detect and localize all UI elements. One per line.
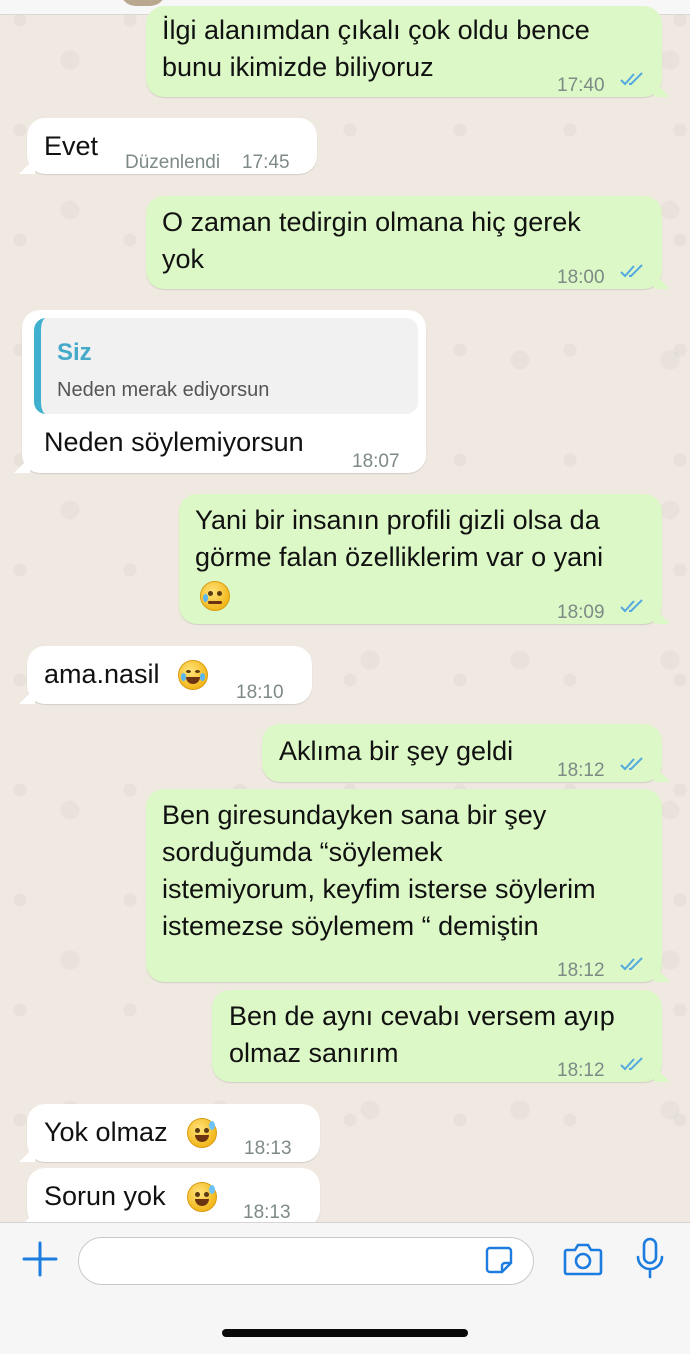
read-receipt-icon (620, 756, 646, 772)
grinning-sweat-face-icon (187, 1116, 217, 1153)
sad-tear-face-icon (200, 579, 230, 616)
message-bubble-outgoing[interactable]: Ben de aynı cevabı versem ayıp olmaz san… (212, 990, 670, 1082)
message-bubble-outgoing[interactable]: Yani bir insanın profili gizli olsa da g… (179, 494, 670, 624)
message-input[interactable] (78, 1237, 534, 1285)
microphone-icon[interactable] (634, 1237, 666, 1279)
sticker-icon[interactable] (484, 1245, 514, 1275)
read-receipt-icon (620, 71, 646, 87)
message-bubble-incoming[interactable]: ama.nasil 18:10 (19, 646, 312, 704)
quoted-message[interactable]: Siz Neden merak ediyorsun (34, 318, 418, 414)
message-time: 17:40 (557, 75, 605, 96)
tears-of-joy-face-icon (178, 658, 208, 695)
message-text: İlgi alanımdan çıkalı çok oldu bence bun… (162, 15, 590, 82)
read-receipt-icon (620, 956, 646, 972)
message-time: 18:13 (244, 1138, 292, 1159)
message-bubble-incoming[interactable]: Yok olmaz 18:13 (19, 1104, 320, 1162)
message-bubble-outgoing[interactable]: Ben giresundayken sana bir şey sorduğumd… (146, 789, 670, 982)
message-text: Yani bir insanın profili gizli olsa da g… (195, 505, 604, 572)
message-bubble-incoming-reply[interactable]: Siz Neden merak ediyorsun Neden söylemiy… (14, 310, 426, 473)
camera-icon[interactable] (563, 1241, 603, 1277)
message-time: 18:00 (557, 267, 605, 288)
message-text: ama.nasil (44, 659, 160, 689)
message-time: 18:12 (557, 960, 605, 981)
message-time: 18:12 (557, 1060, 605, 1081)
message-composer (0, 1222, 690, 1354)
message-text: O zaman tedirgin olmana hiç gerek yok (162, 207, 581, 274)
chat-area[interactable]: İlgi alanımdan çıkalı çok oldu bence bun… (0, 0, 690, 1222)
message-time: 17:45 (242, 152, 290, 173)
message-bubble-outgoing[interactable]: İlgi alanımdan çıkalı çok oldu bence bun… (146, 6, 670, 97)
edited-label: Düzenlendi (125, 152, 221, 173)
home-indicator (222, 1329, 468, 1337)
message-bubble-incoming[interactable]: Sorun yok 18:13 (19, 1168, 320, 1222)
message-text: Neden söylemiyorsun (44, 427, 304, 457)
read-receipt-icon (620, 263, 646, 279)
message-time: 18:13 (243, 1202, 291, 1222)
message-time: 18:09 (557, 602, 605, 623)
message-bubble-outgoing[interactable]: O zaman tedirgin olmana hiç gerek yok 18… (146, 196, 670, 289)
message-text: Evet (44, 131, 99, 161)
message-time: 18:12 (557, 760, 605, 781)
grinning-sweat-face-icon (187, 1180, 217, 1217)
message-text: Sorun yok (44, 1181, 166, 1211)
message-text: Aklıma bir şey geldi (279, 736, 514, 766)
message-bubble-outgoing[interactable]: Aklıma bir şey geldi 18:12 (262, 724, 670, 782)
message-text: Ben giresundayken sana bir şey sorduğumd… (162, 800, 596, 941)
message-time: 18:07 (352, 451, 400, 472)
quote-text: Neden merak ediyorsun (57, 379, 270, 401)
message-bubble-incoming[interactable]: Evet Düzenlendi 17:45 (19, 118, 317, 174)
quote-author: Siz (57, 339, 92, 366)
message-time: 18:10 (236, 682, 284, 703)
plus-icon[interactable] (22, 1241, 58, 1277)
message-text: Yok olmaz (44, 1117, 168, 1147)
read-receipt-icon (620, 598, 646, 614)
read-receipt-icon (620, 1056, 646, 1072)
